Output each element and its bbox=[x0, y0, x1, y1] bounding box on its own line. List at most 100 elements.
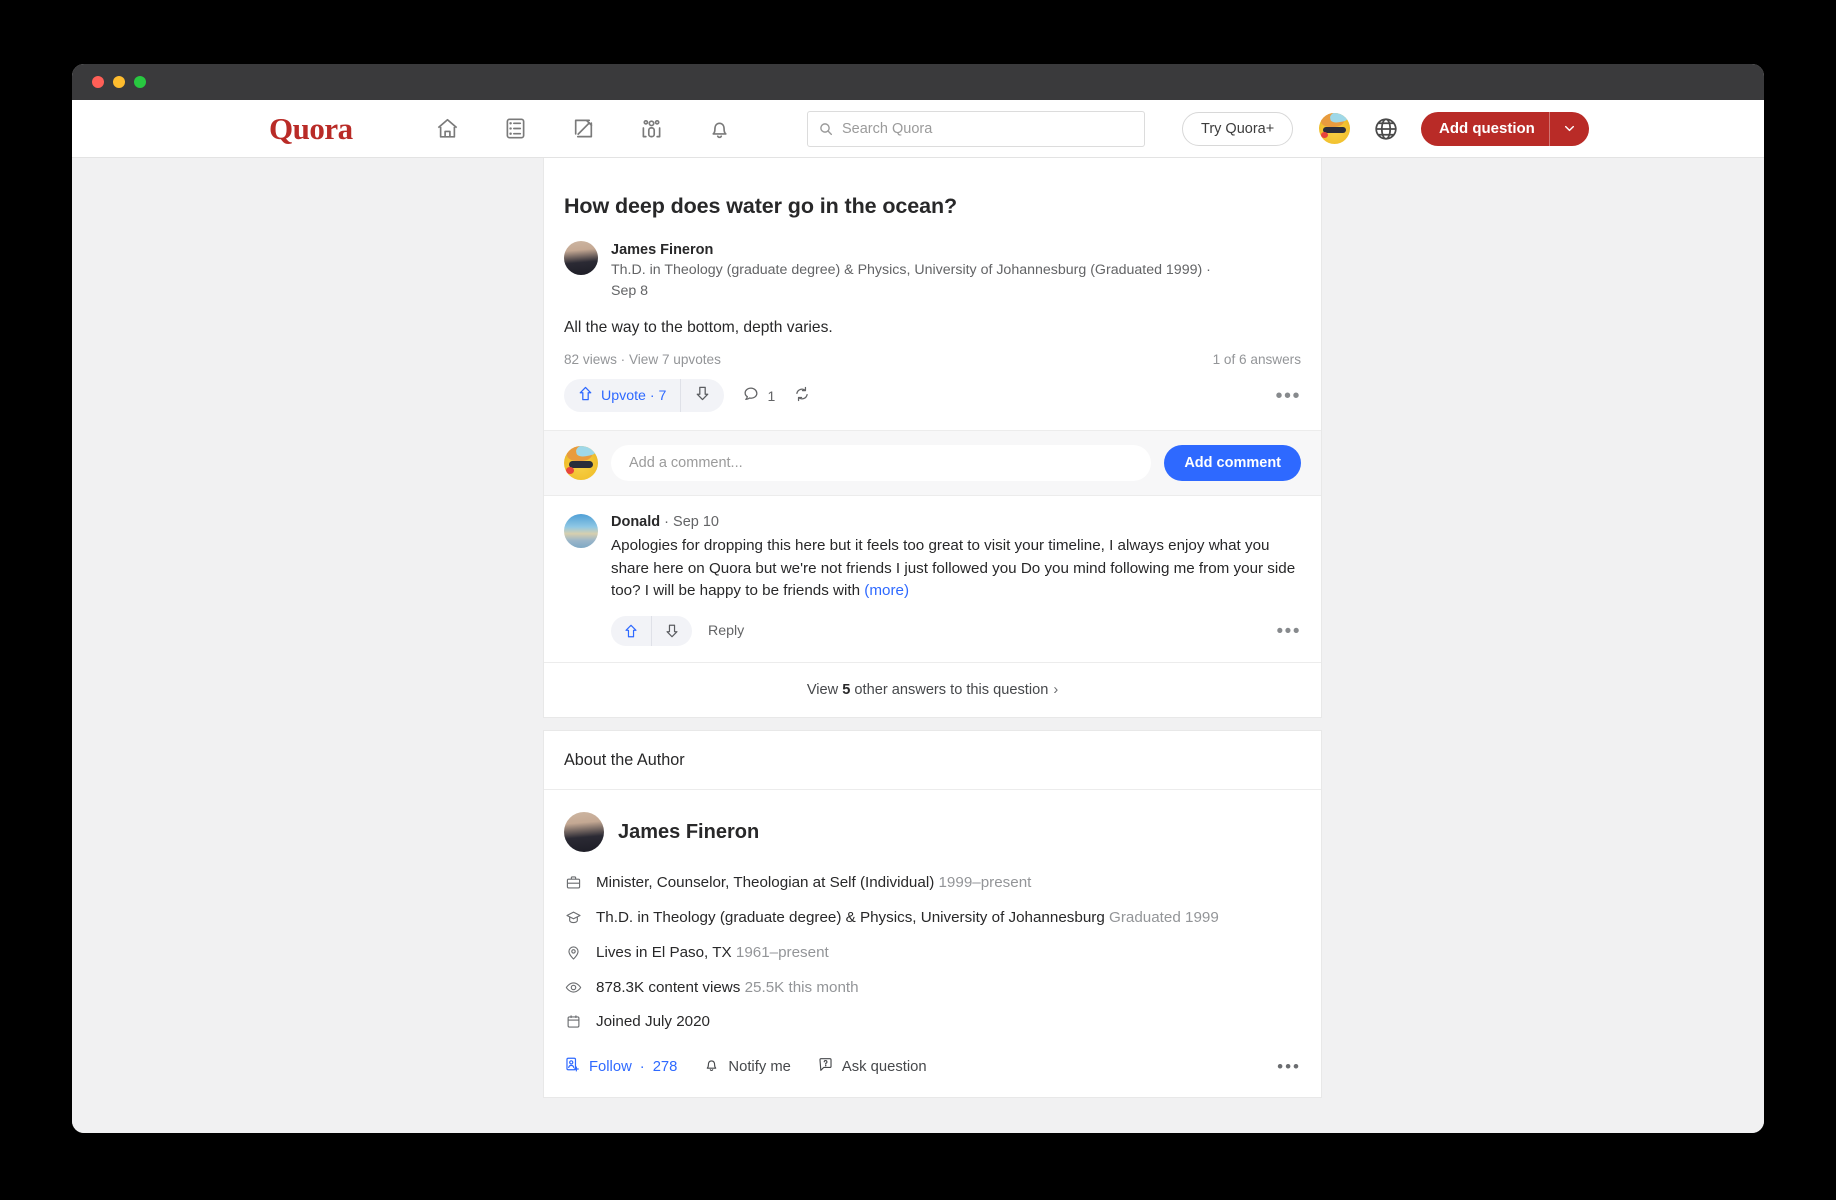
home-icon[interactable] bbox=[434, 116, 460, 142]
comment-composer: Add comment bbox=[544, 430, 1321, 497]
about-author-card: About the Author James Fineron Minister,… bbox=[543, 730, 1322, 1099]
comment-actions-row: Reply ••• bbox=[544, 610, 1321, 662]
notify-me-button[interactable]: Notify me bbox=[703, 1056, 791, 1077]
commenter-name[interactable]: Donald bbox=[611, 514, 660, 530]
credential-sub: 1999–present bbox=[938, 874, 1032, 892]
comment-header: Donald · Sep 10 bbox=[611, 514, 1301, 530]
credential-main: Joined July 2020 bbox=[596, 1013, 710, 1031]
credential-row: 878.3K content views 25.5K this month bbox=[564, 971, 1301, 1006]
view-other-answers-link[interactable]: View 5 other answers to this question › bbox=[544, 662, 1321, 717]
globe-icon[interactable] bbox=[1372, 115, 1400, 143]
repost-button[interactable] bbox=[793, 385, 811, 406]
answer-body-text: All the way to the bottom, depth varies. bbox=[564, 319, 833, 337]
comment-separator: · bbox=[660, 514, 674, 531]
view-others-prefix: View bbox=[806, 682, 843, 699]
location-pin-icon bbox=[564, 942, 583, 963]
credential-main: 878.3K content views bbox=[596, 978, 741, 996]
spaces-icon[interactable] bbox=[638, 116, 664, 142]
view-others-suffix: other answers to this question bbox=[850, 682, 1049, 699]
search-box[interactable] bbox=[807, 110, 1145, 147]
page-body: How deep does water go in the ocean? Jam… bbox=[72, 158, 1764, 1133]
answer-card: How deep does water go in the ocean? Jam… bbox=[543, 158, 1322, 719]
credential-text: Lives in El Paso, TX 1961–present bbox=[596, 942, 829, 965]
search-input[interactable] bbox=[842, 120, 1134, 137]
about-author-name[interactable]: James Fineron bbox=[618, 821, 759, 844]
comment-date: Sep 10 bbox=[673, 514, 719, 531]
about-author-avatar[interactable] bbox=[564, 812, 604, 853]
add-comment-button[interactable]: Add comment bbox=[1164, 445, 1301, 482]
credential-sub: 1961–present bbox=[735, 943, 829, 961]
search-icon bbox=[818, 121, 834, 137]
credential-main: Lives in El Paso, TX bbox=[596, 943, 732, 961]
question-title[interactable]: How deep does water go in the ocean? bbox=[544, 158, 1321, 219]
briefcase-icon bbox=[564, 872, 583, 893]
bell-icon bbox=[703, 1056, 720, 1077]
answer-pencil-icon[interactable] bbox=[570, 116, 596, 142]
notify-label: Notify me bbox=[728, 1058, 791, 1075]
follow-count: 278 bbox=[652, 1058, 678, 1075]
comment-more-ellipsis-icon[interactable]: ••• bbox=[1277, 622, 1301, 641]
commenter-avatar[interactable] bbox=[564, 514, 598, 549]
notifications-bell-icon[interactable] bbox=[706, 116, 732, 142]
credential-text: Minister, Counselor, Theologian at Self … bbox=[596, 872, 1031, 895]
following-icon[interactable] bbox=[502, 116, 528, 142]
comment-downvote-button[interactable] bbox=[652, 616, 692, 646]
user-avatar[interactable] bbox=[1319, 113, 1350, 144]
author-name[interactable]: James Fineron bbox=[611, 242, 1231, 258]
credential-main: Th.D. in Theology (graduate degree) & Ph… bbox=[596, 909, 1105, 927]
credential-text: Joined July 2020 bbox=[596, 1011, 710, 1034]
credential-row: Lives in El Paso, TX 1961–present bbox=[564, 936, 1301, 971]
add-question-button[interactable]: Add question bbox=[1421, 111, 1589, 146]
chevron-down-icon[interactable] bbox=[1550, 122, 1589, 135]
follow-label: Follow bbox=[589, 1058, 632, 1075]
comment-count: 1 bbox=[767, 387, 776, 404]
answer-views-upvotes[interactable]: 82 views · View 7 upvotes bbox=[564, 352, 721, 367]
comment-bubble-icon bbox=[742, 385, 760, 406]
answer-actions-row: Upvote · 7 1 ••• bbox=[544, 367, 1321, 430]
try-quora-plus-button[interactable]: Try Quora+ bbox=[1182, 111, 1294, 146]
window-titlebar bbox=[72, 64, 1764, 100]
comment-content: Donald · Sep 10 Apologies for dropping t… bbox=[611, 514, 1301, 602]
about-author-name-row: James Fineron bbox=[544, 790, 1321, 853]
upvote-arrow-icon bbox=[577, 385, 594, 406]
comment-reply-button[interactable]: Reply bbox=[708, 623, 744, 639]
ask-question-button[interactable]: Ask question bbox=[817, 1056, 927, 1077]
add-question-label: Add question bbox=[1439, 120, 1535, 137]
ask-label: Ask question bbox=[841, 1058, 927, 1075]
answer-more-ellipsis-icon[interactable]: ••• bbox=[1275, 386, 1301, 406]
downvote-arrow-icon bbox=[694, 385, 711, 407]
comment-button[interactable]: 1 bbox=[742, 385, 775, 406]
quora-logo[interactable]: Quora bbox=[269, 111, 353, 147]
author-avatar[interactable] bbox=[564, 241, 598, 275]
comment-input[interactable] bbox=[611, 445, 1152, 482]
answer-index: 1 of 6 answers bbox=[1212, 352, 1301, 368]
author-credential-text: Th.D. in Theology (graduate degree) & Ph… bbox=[611, 262, 1211, 278]
downvote-button[interactable] bbox=[681, 379, 724, 412]
answer-author-row: James Fineron Th.D. in Theology (graduat… bbox=[544, 219, 1321, 301]
credential-row: Minister, Counselor, Theologian at Self … bbox=[564, 866, 1301, 901]
content-column: How deep does water go in the ocean? Jam… bbox=[543, 158, 1322, 1099]
about-author-heading: About the Author bbox=[544, 731, 1321, 791]
upvote-button[interactable]: Upvote · 7 bbox=[564, 379, 682, 413]
eye-icon bbox=[564, 977, 583, 998]
follow-button[interactable]: Follow · 278 bbox=[564, 1056, 677, 1077]
comment-vote-pill bbox=[611, 616, 692, 647]
window-close-button[interactable] bbox=[92, 76, 104, 88]
question-bubble-icon bbox=[817, 1056, 834, 1077]
repost-icon bbox=[793, 385, 811, 406]
composer-user-avatar[interactable] bbox=[564, 446, 598, 481]
answer-stats-row: 82 views · View 7 upvotes 1 of 6 answers bbox=[544, 337, 1321, 367]
credential-text: 878.3K content views 25.5K this month bbox=[596, 977, 859, 1000]
upvote-label: Upvote · 7 bbox=[601, 387, 667, 404]
comment-body: Apologies for dropping this here but it … bbox=[611, 537, 1296, 599]
window-minimize-button[interactable] bbox=[113, 76, 125, 88]
window-maximize-button[interactable] bbox=[134, 76, 146, 88]
comment-item: Donald · Sep 10 Apologies for dropping t… bbox=[544, 496, 1321, 610]
graduation-cap-icon bbox=[564, 907, 583, 928]
comment-upvote-button[interactable] bbox=[611, 616, 652, 647]
quora-top-nav: Quora Search Quora Try Quora+ Add questi… bbox=[72, 100, 1764, 158]
credential-row: Joined July 2020 bbox=[564, 1005, 1301, 1040]
vote-pill: Upvote · 7 bbox=[564, 379, 725, 413]
comment-more-link[interactable]: (more) bbox=[864, 582, 909, 599]
about-more-ellipsis-icon[interactable]: ••• bbox=[1277, 1058, 1301, 1075]
